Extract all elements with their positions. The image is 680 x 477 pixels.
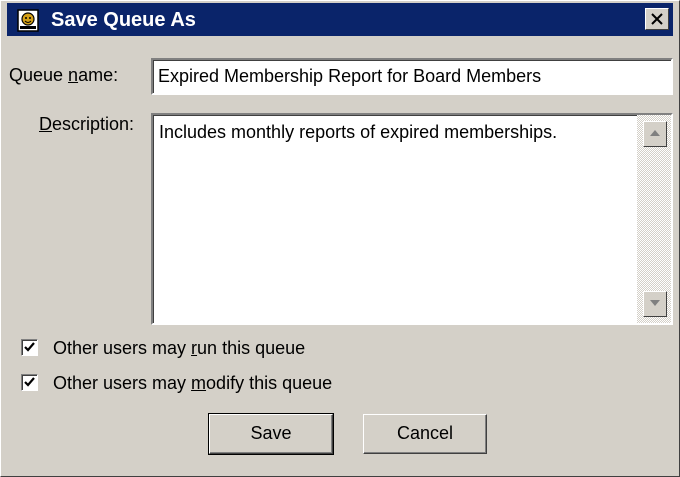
scroll-down-button[interactable] [643, 291, 667, 317]
description-textarea[interactable]: Includes monthly reports of expired memb… [151, 113, 673, 325]
title-bar[interactable]: Save Queue As [7, 3, 673, 36]
queue-app-icon [15, 7, 41, 33]
scroll-down-arrow-icon [650, 300, 660, 306]
save-queue-as-dialog: Save Queue As Queue name: Expired Member… [0, 0, 680, 477]
description-label: Description: [39, 114, 135, 134]
scroll-up-button[interactable] [643, 121, 667, 147]
scroll-up-arrow-icon [650, 130, 660, 136]
description-scrollbar[interactable] [637, 115, 671, 323]
queue-name-value: Expired Membership Report for Board Memb… [158, 66, 542, 86]
modify-queue-checkbox[interactable] [21, 374, 38, 391]
checkmark-icon [24, 342, 35, 352]
cancel-button[interactable]: Cancel [363, 414, 487, 454]
modify-queue-label: Other users may modify this queue [53, 373, 333, 393]
queue-name-field[interactable]: Expired Membership Report for Board Memb… [151, 58, 673, 95]
checkmark-icon [24, 377, 35, 387]
queue-name-label: Queue name: [9, 65, 119, 85]
close-button[interactable] [645, 8, 669, 30]
run-queue-checkbox[interactable] [21, 339, 38, 356]
close-icon [651, 13, 663, 25]
window-title: Save Queue As [51, 9, 196, 31]
description-value: Includes monthly reports of expired memb… [159, 122, 558, 142]
run-queue-label: Other users may run this queue [53, 338, 306, 358]
save-button[interactable]: Save [208, 413, 334, 455]
